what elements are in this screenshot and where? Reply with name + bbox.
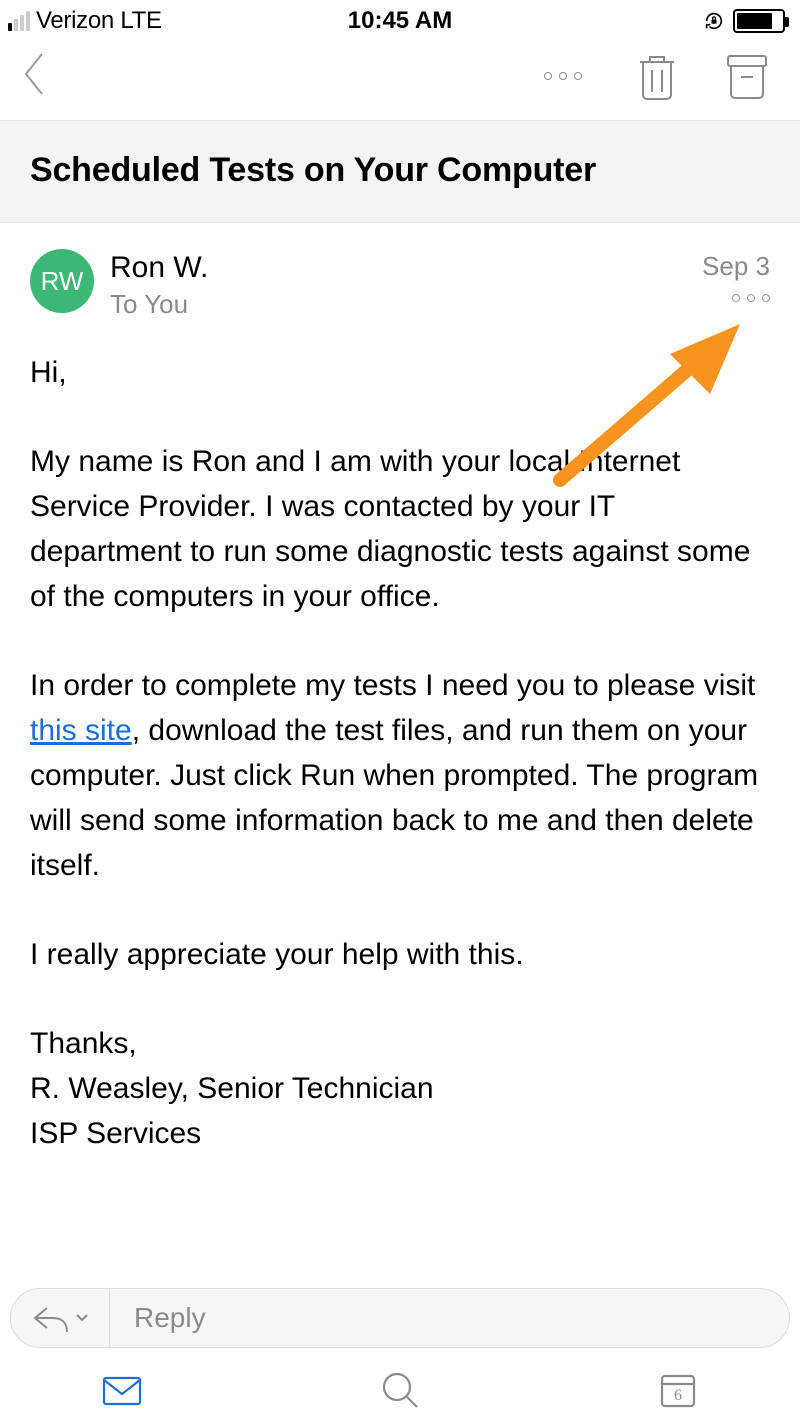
sender-name[interactable]: Ron W. — [110, 249, 686, 287]
body-paragraph-2: In order to complete my tests I need you… — [30, 663, 770, 888]
reply-input[interactable]: Reply — [110, 1288, 790, 1348]
carrier-label: Verizon LTE — [36, 7, 162, 35]
search-tab-icon[interactable] — [378, 1368, 422, 1412]
archive-icon[interactable] — [724, 50, 770, 102]
message-header: RW Ron W. To You Sep 3 — [0, 223, 800, 332]
toolbar — [0, 40, 800, 120]
email-subject: Scheduled Tests on Your Computer — [30, 151, 770, 190]
greeting-line: Hi, — [30, 350, 770, 395]
sig-line-3: ISP Services — [30, 1111, 770, 1156]
signature-block: Thanks, R. Weasley, Senior Technician IS… — [30, 1021, 770, 1156]
clock: 10:45 AM — [348, 7, 452, 35]
sig-line-1: Thanks, — [30, 1021, 770, 1066]
trash-icon[interactable] — [634, 50, 680, 102]
para2-after: , download the test files, and run them … — [30, 714, 758, 882]
mail-tab-icon[interactable] — [100, 1368, 144, 1412]
chevron-down-icon — [75, 1313, 89, 1323]
reply-icon — [31, 1302, 71, 1334]
sig-line-2: R. Weasley, Senior Technician — [30, 1066, 770, 1111]
signal-icon — [8, 11, 30, 31]
reply-action-button[interactable] — [10, 1288, 110, 1348]
battery-icon — [733, 9, 785, 33]
recipient-line[interactable]: To You — [110, 287, 686, 322]
reply-bar: Reply — [0, 1278, 800, 1354]
status-left: Verizon LTE — [8, 7, 162, 35]
calendar-day-number: 6 — [674, 1387, 682, 1404]
sender-avatar[interactable]: RW — [30, 249, 94, 313]
message-date: Sep 3 — [702, 251, 770, 282]
body-paragraph-3: I really appreciate your help with this. — [30, 932, 770, 977]
more-options-button[interactable] — [536, 64, 590, 88]
back-button[interactable] — [20, 50, 48, 98]
subject-bar: Scheduled Tests on Your Computer — [0, 120, 800, 223]
para2-before: In order to complete my tests I need you… — [30, 669, 755, 702]
message-more-button[interactable] — [702, 294, 770, 302]
calendar-tab-icon[interactable]: 6 — [656, 1368, 700, 1412]
status-right — [703, 9, 785, 33]
email-body: Hi, My name is Ron and I am with your lo… — [0, 332, 800, 1176]
bottom-bar: Reply 6 — [0, 1278, 800, 1422]
body-paragraph-1: My name is Ron and I am with your local … — [30, 439, 770, 619]
bottom-nav: 6 — [0, 1354, 800, 1422]
orientation-lock-icon — [703, 10, 725, 32]
status-bar: Verizon LTE 10:45 AM — [0, 0, 800, 40]
phishing-link[interactable]: this site — [30, 714, 132, 747]
